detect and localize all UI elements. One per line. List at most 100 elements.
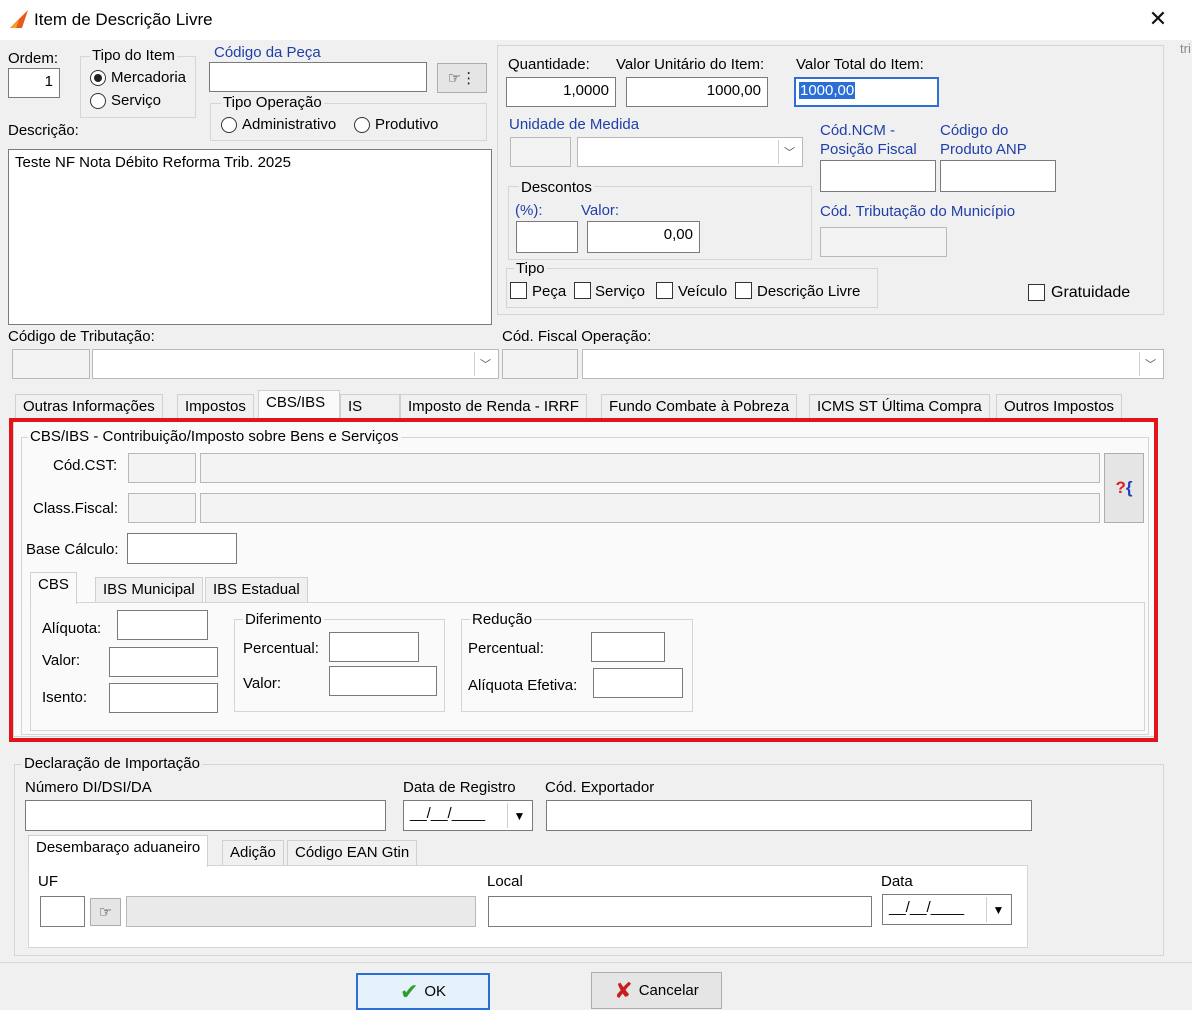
cfop-label: Cód. Fiscal Operação: bbox=[502, 328, 652, 345]
quantidade-input[interactable]: 1,0000 bbox=[506, 77, 616, 107]
gratuidade-checkbox[interactable] bbox=[1028, 284, 1045, 301]
tab-cbs-ibs[interactable]: CBS/IBS bbox=[258, 390, 340, 420]
chevron-down-icon[interactable]: ▼ bbox=[507, 803, 531, 828]
reducao-percentual-label: Percentual: bbox=[468, 640, 544, 657]
servico-checkbox[interactable] bbox=[574, 282, 591, 299]
base-calculo-input[interactable] bbox=[127, 533, 237, 564]
cfop-select[interactable]: ﹀ bbox=[582, 349, 1164, 379]
tipo-label: Tipo bbox=[514, 260, 547, 278]
descontos-label: Descontos bbox=[519, 179, 594, 197]
tab-irrf[interactable]: Imposto de Renda - IRRF bbox=[400, 394, 587, 420]
diferimento-valor-input[interactable] bbox=[329, 666, 437, 696]
desconto-perc-input[interactable] bbox=[516, 221, 578, 253]
servico-checkbox-label: Serviço bbox=[595, 283, 646, 300]
codigo-tributacao-select[interactable]: ﹀ bbox=[92, 349, 499, 379]
anp-label-line1: Código do bbox=[940, 122, 1009, 139]
pointing-hand-icon: ☞⋮ bbox=[447, 70, 477, 87]
aliquota-efetiva-input[interactable] bbox=[593, 668, 683, 698]
unidade-medida-select[interactable]: ﹀ bbox=[577, 137, 803, 167]
produtivo-radio[interactable] bbox=[354, 117, 370, 133]
descricao-livre-label: Descrição Livre bbox=[757, 283, 861, 300]
cbs-ibs-group-title: CBS/IBS - Contribuição/Imposto sobre Ben… bbox=[28, 428, 401, 446]
codigo-tributacao-input[interactable] bbox=[12, 349, 90, 379]
anp-input[interactable] bbox=[940, 160, 1056, 192]
peca-checkbox[interactable] bbox=[510, 282, 527, 299]
chevron-down-icon: ﹀ bbox=[778, 140, 800, 164]
codigo-tributacao-label: Código de Tributação: bbox=[8, 328, 155, 345]
valor-total-input[interactable]: 1000,00 bbox=[794, 77, 939, 107]
tab-codigo-ean[interactable]: Código EAN Gtin bbox=[287, 840, 418, 866]
servico-radio[interactable] bbox=[90, 93, 106, 109]
diferimento-percentual-input[interactable] bbox=[329, 632, 419, 662]
descricao-textarea[interactable]: Teste NF Nota Débito Reforma Trib. 2025 bbox=[8, 149, 492, 325]
tab-outras-informacoes[interactable]: Outras Informações bbox=[15, 394, 163, 420]
base-calculo-label: Base Cálculo: bbox=[26, 541, 119, 558]
tab-cbs[interactable]: CBS bbox=[30, 572, 77, 604]
ok-button[interactable]: ✔ OK bbox=[356, 973, 490, 1010]
cfop-input[interactable] bbox=[502, 349, 578, 379]
descricao-label: Descrição: bbox=[8, 122, 79, 139]
cancel-button[interactable]: ✘ Cancelar bbox=[591, 972, 722, 1009]
class-fiscal-label: Class.Fiscal: bbox=[33, 500, 119, 517]
chevron-down-icon[interactable]: ▼ bbox=[986, 897, 1010, 922]
cbs-valor-input[interactable] bbox=[109, 647, 218, 677]
desconto-valor-input[interactable]: 0,00 bbox=[587, 221, 700, 253]
mercadoria-radio[interactable] bbox=[90, 70, 106, 86]
tab-icms-st[interactable]: ICMS ST Última Compra bbox=[809, 394, 990, 420]
administrativo-radio[interactable] bbox=[221, 117, 237, 133]
valor-total-value: 1000,00 bbox=[799, 82, 856, 99]
numero-di-label: Número DI/DSI/DA bbox=[25, 779, 152, 796]
uf-label: UF bbox=[38, 873, 58, 890]
descricao-livre-checkbox[interactable] bbox=[735, 282, 752, 299]
tab-ibs-estadual[interactable]: IBS Estadual bbox=[205, 577, 308, 603]
data-registro-value: __/__/____ bbox=[410, 805, 486, 822]
lookup-brace-icon: ?{ bbox=[1115, 478, 1133, 497]
aliquota-efetiva-label: Alíquota Efetiva: bbox=[468, 677, 578, 694]
title-bar: Item de Descrição Livre ✕ bbox=[0, 0, 1192, 40]
cst-code-input[interactable] bbox=[128, 453, 196, 483]
reducao-percentual-input[interactable] bbox=[591, 632, 665, 662]
checkmark-icon: ✔ bbox=[399, 978, 419, 1004]
codigo-peca-label: Código da Peça bbox=[214, 44, 321, 61]
cancel-x-icon: ✘ bbox=[614, 977, 633, 1003]
tab-outros-impostos[interactable]: Outros Impostos bbox=[996, 394, 1123, 420]
isento-label: Isento: bbox=[42, 689, 88, 706]
close-icon[interactable]: ✕ bbox=[1140, 2, 1176, 36]
exportador-label: Cód. Exportador bbox=[545, 779, 655, 796]
veiculo-checkbox[interactable] bbox=[656, 282, 673, 299]
tab-impostos[interactable]: Impostos bbox=[177, 394, 254, 420]
uf-input[interactable] bbox=[40, 896, 85, 927]
valor-unitario-input[interactable]: 1000,00 bbox=[626, 77, 768, 107]
tab-is[interactable]: IS bbox=[340, 394, 400, 420]
desconto-perc-label: (%): bbox=[515, 202, 543, 219]
unidade-codigo-input[interactable] bbox=[510, 137, 571, 167]
diferimento-title: Diferimento bbox=[243, 611, 324, 629]
class-fiscal-code-input[interactable] bbox=[128, 493, 196, 523]
codigo-peca-lookup-button[interactable]: ☞⋮ bbox=[437, 63, 487, 93]
isento-input[interactable] bbox=[109, 683, 218, 713]
local-input[interactable] bbox=[488, 896, 872, 927]
administrativo-label: Administrativo bbox=[242, 116, 337, 133]
cst-lookup-button[interactable]: ?{ bbox=[1104, 453, 1144, 523]
numero-di-input[interactable] bbox=[25, 800, 386, 831]
mercadoria-label: Mercadoria bbox=[111, 69, 187, 86]
gratuidade-label: Gratuidade bbox=[1051, 284, 1131, 301]
produtivo-label: Produtivo bbox=[375, 116, 439, 133]
background-partial-text: tri bbox=[1180, 41, 1191, 56]
aliquota-input[interactable] bbox=[117, 610, 208, 640]
ncm-input[interactable] bbox=[820, 160, 936, 192]
aliquota-label: Alíquota: bbox=[42, 620, 102, 637]
uf-lookup-button[interactable]: ☞ bbox=[90, 898, 121, 926]
tab-desembaraco[interactable]: Desembaraço aduaneiro bbox=[28, 835, 209, 867]
cst-description-input[interactable] bbox=[200, 453, 1100, 483]
data-registro-label: Data de Registro bbox=[403, 779, 516, 796]
class-fiscal-description-input[interactable] bbox=[200, 493, 1100, 523]
tab-fundo-combate-pobreza[interactable]: Fundo Combate à Pobreza bbox=[601, 394, 798, 420]
ordem-input[interactable]: 1 bbox=[8, 68, 60, 98]
tab-adicao[interactable]: Adição bbox=[222, 840, 284, 866]
exportador-input[interactable] bbox=[546, 800, 1032, 831]
trib-municipio-input[interactable] bbox=[820, 227, 947, 257]
tab-ibs-municipal[interactable]: IBS Municipal bbox=[95, 577, 203, 603]
codigo-peca-input[interactable] bbox=[209, 62, 427, 92]
ordem-label: Ordem: bbox=[8, 50, 59, 67]
